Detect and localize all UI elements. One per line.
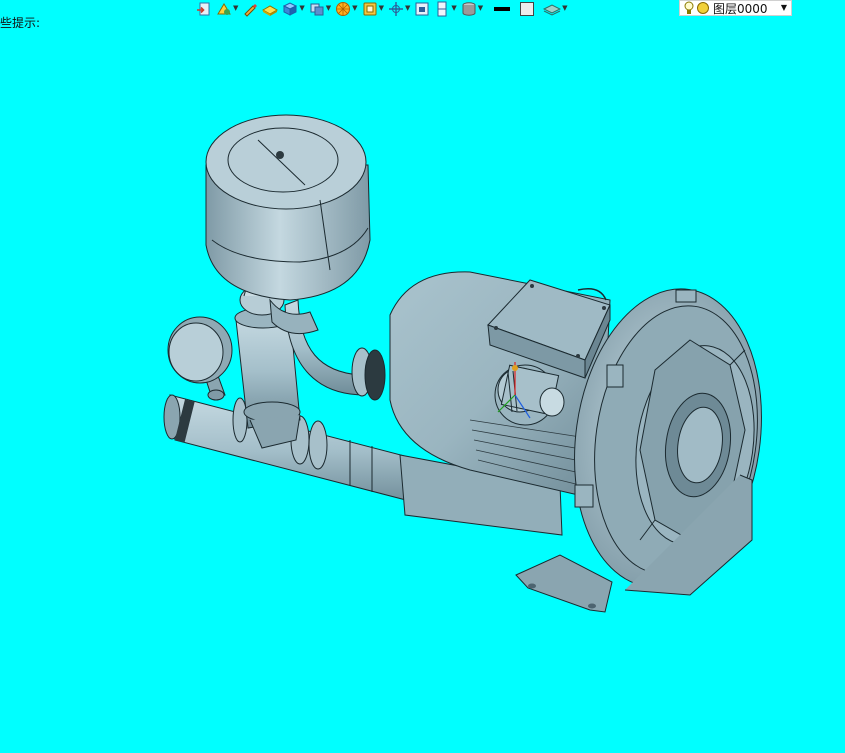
layers-icon <box>543 3 562 16</box>
command-hint: 些提示: <box>0 16 41 30</box>
air-filter-tank <box>205 114 371 335</box>
frame-button[interactable] <box>414 0 430 17</box>
fill-color-button[interactable] <box>519 0 535 17</box>
solid-box-icon <box>283 1 298 16</box>
chevron-down-icon[interactable]: ▼ <box>562 0 567 17</box>
sketch-icon <box>217 2 231 15</box>
axis-button[interactable]: ▼ <box>388 0 410 17</box>
section-icon <box>437 1 447 16</box>
main-toolbar: ▼ ▼ ▼ ▼ ▼ ▼ ▼ ▼ ▼ <box>196 0 572 17</box>
base-plate <box>515 554 613 613</box>
section-button[interactable]: ▼ <box>434 0 457 17</box>
pencil-icon <box>244 3 258 17</box>
line-color-button[interactable] <box>493 0 511 17</box>
axis-icon <box>388 1 403 16</box>
layers-button[interactable]: ▼ <box>543 0 568 17</box>
view-cube-icon <box>310 3 324 15</box>
frame-icon <box>415 2 429 15</box>
chevron-down-icon[interactable]: ▼ <box>326 0 331 17</box>
import-button[interactable] <box>196 0 212 17</box>
layer-color-icon[interactable] <box>696 1 710 15</box>
pressure-gauge <box>167 316 233 401</box>
layer-selector[interactable]: 图层0000 ▼ <box>679 0 792 16</box>
chevron-down-icon[interactable]: ▼ <box>451 0 456 17</box>
pencil-button[interactable] <box>242 0 258 17</box>
view-cube-button[interactable]: ▼ <box>309 0 331 17</box>
chevron-down-icon[interactable]: ▼ <box>781 1 787 15</box>
fill-color-icon <box>520 1 535 16</box>
bulb-icon[interactable] <box>684 1 694 15</box>
layer-name: 图层0000 <box>713 1 768 16</box>
cylinder-icon <box>462 1 476 16</box>
chevron-down-icon[interactable]: ▼ <box>352 0 357 17</box>
line-color-icon <box>494 6 511 11</box>
cylinder-button[interactable]: ▼ <box>461 0 483 17</box>
blower-assembly-model <box>163 114 762 613</box>
sketch-button[interactable]: ▼ <box>216 0 238 17</box>
chevron-down-icon[interactable]: ▼ <box>233 0 238 17</box>
chevron-down-icon[interactable]: ▼ <box>405 0 410 17</box>
surface-button[interactable] <box>262 0 279 17</box>
model-viewport[interactable] <box>0 30 845 753</box>
chevron-down-icon[interactable]: ▼ <box>299 0 304 17</box>
clipboard-button[interactable]: ▼ <box>362 0 384 17</box>
sun-filter-button[interactable]: ▼ <box>335 0 358 17</box>
solid-box-button[interactable]: ▼ <box>282 0 305 17</box>
sun-filter-icon <box>336 1 351 16</box>
import-icon <box>197 2 210 15</box>
chevron-down-icon[interactable]: ▼ <box>379 0 384 17</box>
chevron-down-icon[interactable]: ▼ <box>478 0 483 17</box>
surface-icon <box>262 4 279 16</box>
layer-status-icons <box>684 1 710 15</box>
clipboard-icon <box>363 2 377 15</box>
